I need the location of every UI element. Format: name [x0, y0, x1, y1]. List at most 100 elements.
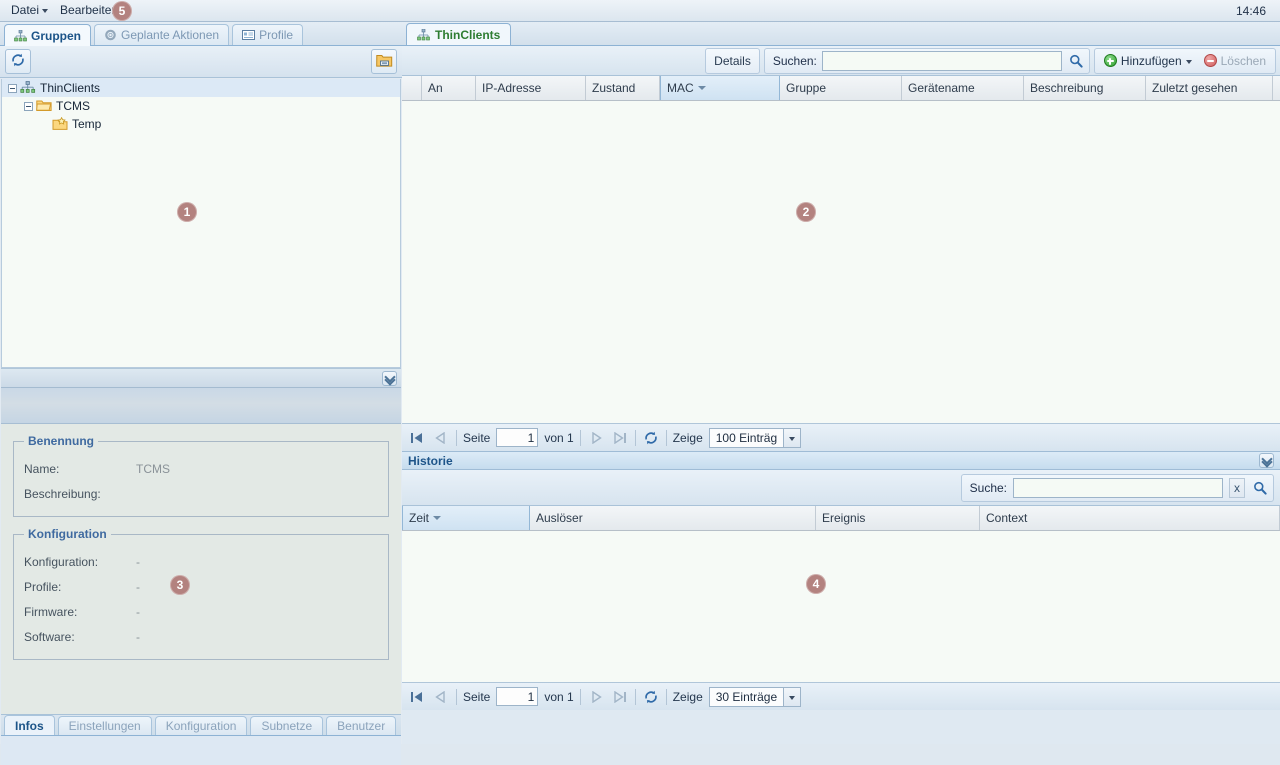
history-refresh-button[interactable]: [642, 688, 660, 706]
history-column-ausloeser[interactable]: Auslöser: [530, 506, 816, 530]
pager-separator: [456, 430, 457, 446]
add-button[interactable]: Hinzufügen: [1098, 50, 1198, 72]
history-next-page-button[interactable]: [587, 688, 605, 706]
history-toolbar: Suche: x: [402, 470, 1280, 506]
chevron-down-icon[interactable]: [783, 688, 800, 706]
history-pager: Seite von 1 Zeige 30 Einträge: [402, 682, 1280, 710]
search-input[interactable]: [822, 51, 1062, 71]
history-column-zeit[interactable]: Zeit: [402, 506, 530, 530]
menu-item-datei-label: Datei: [11, 3, 39, 17]
add-button-label: Hinzufügen: [1121, 54, 1182, 68]
history-search-input[interactable]: [1013, 478, 1223, 498]
menu-bar: Datei Bearbeiten 14:46: [0, 0, 1280, 22]
field-konfiguration-value: -: [136, 555, 140, 569]
collapse-tree-button[interactable]: [382, 371, 397, 386]
refresh-grid-button[interactable]: [642, 429, 660, 447]
field-software: Software: -: [24, 624, 378, 649]
folder-device-button[interactable]: [371, 49, 397, 74]
grid-column-beschreibung[interactable]: Beschreibung: [1024, 76, 1146, 100]
delete-button[interactable]: Löschen: [1198, 50, 1272, 72]
grid-column-zustand[interactable]: Zustand: [586, 76, 660, 100]
grid-column-geraetename[interactable]: Gerätename: [902, 76, 1024, 100]
grid-body[interactable]: [402, 101, 1280, 423]
tab-infos[interactable]: Infos: [4, 715, 55, 735]
annotation-badge-1: 1: [177, 202, 197, 222]
annotation-badge-5: 5: [112, 1, 132, 21]
history-title: Historie: [408, 454, 453, 468]
history-header: Historie: [402, 451, 1280, 470]
grid-column-an[interactable]: An: [422, 76, 476, 100]
detail-header-band: [1, 388, 401, 424]
tab-subnetze[interactable]: Subnetze: [250, 716, 323, 735]
grid-column-mac[interactable]: MAC: [660, 76, 780, 100]
history-search-icon[interactable]: [1251, 478, 1269, 498]
folder-device-icon: [376, 53, 393, 71]
field-firmware-value: -: [136, 605, 140, 619]
collapse-history-button[interactable]: [1259, 453, 1274, 468]
pager-separator: [635, 430, 636, 446]
field-beschreibung: Beschreibung:: [24, 481, 378, 506]
tree-node-thinclients[interactable]: ThinClients: [2, 79, 400, 97]
pager-separator: [580, 689, 581, 705]
history-search-container: Suche: x: [961, 474, 1274, 502]
grid-column-gruppe[interactable]: Gruppe: [780, 76, 902, 100]
grid-column-select[interactable]: [402, 76, 422, 100]
expander-icon[interactable]: [8, 84, 17, 93]
tree-view[interactable]: ThinClients TCMS Temp: [1, 79, 401, 368]
field-konfiguration: Konfiguration: -: [24, 549, 378, 574]
network-icon: [20, 81, 36, 95]
tree-node-temp[interactable]: Temp: [2, 115, 400, 133]
history-page-number-input[interactable]: [496, 687, 538, 706]
tab-geplante-aktionen[interactable]: Geplante Aktionen: [94, 24, 229, 45]
grid-header: An IP-Adresse Zustand MAC Gruppe Geräten…: [402, 76, 1280, 101]
search-icon[interactable]: [1067, 51, 1085, 71]
next-page-button[interactable]: [587, 429, 605, 447]
folder-icon: [36, 99, 52, 113]
fieldset-konfiguration: Konfiguration Konfiguration: - Profile: …: [13, 527, 389, 660]
history-column-zeit-label: Zeit: [409, 511, 429, 525]
grid-column-mac-label: MAC: [667, 81, 694, 95]
page-number-input[interactable]: [496, 428, 538, 447]
tree-toolbar: [0, 46, 402, 78]
history-last-page-button[interactable]: [611, 688, 629, 706]
first-page-button[interactable]: [408, 429, 426, 447]
tab-profile[interactable]: Profile: [232, 24, 303, 45]
grid-column-ip-adresse[interactable]: IP-Adresse: [476, 76, 586, 100]
grid-column-zuletzt-gesehen[interactable]: Zuletzt gesehen: [1146, 76, 1273, 100]
tree-splitter[interactable]: [1, 368, 401, 388]
menu-item-datei[interactable]: Datei: [6, 1, 55, 20]
left-panel-footer: [1, 736, 401, 765]
history-prev-page-button[interactable]: [432, 688, 450, 706]
chevron-down-icon[interactable]: [783, 429, 800, 447]
field-beschreibung-label: Beschreibung:: [24, 487, 136, 501]
tab-geplante-aktionen-label: Geplante Aktionen: [121, 28, 219, 42]
history-grid-body[interactable]: [402, 531, 1280, 682]
tab-thinclients[interactable]: ThinClients: [406, 23, 511, 45]
history-page-size-value: 30 Einträge: [710, 690, 783, 704]
pager-separator: [456, 689, 457, 705]
tab-thinclients-label: ThinClients: [435, 28, 500, 42]
tab-konfiguration[interactable]: Konfiguration: [155, 716, 248, 735]
tab-einstellungen[interactable]: Einstellungen: [58, 716, 152, 735]
history-page-size-select[interactable]: 30 Einträge: [709, 687, 801, 707]
prev-page-button[interactable]: [432, 429, 450, 447]
left-tabstrip: Gruppen Geplante Aktionen Profile: [0, 22, 402, 46]
tab-benutzer[interactable]: Benutzer: [326, 716, 396, 735]
annotation-badge-2: 2: [796, 202, 816, 222]
field-software-label: Software:: [24, 630, 136, 644]
history-column-ereignis[interactable]: Ereignis: [816, 506, 980, 530]
last-page-button[interactable]: [611, 429, 629, 447]
network-icon: [417, 29, 430, 41]
refresh-button[interactable]: [5, 49, 31, 74]
plus-circle-icon: [1104, 54, 1117, 67]
pager-separator: [635, 689, 636, 705]
details-button[interactable]: Details: [705, 48, 760, 74]
tab-gruppen[interactable]: Gruppen: [4, 24, 91, 46]
sort-descending-icon: [698, 86, 706, 90]
clear-search-button[interactable]: x: [1229, 478, 1245, 498]
tree-node-tcms[interactable]: TCMS: [2, 97, 400, 115]
page-size-select[interactable]: 100 Einträg: [709, 428, 801, 448]
history-first-page-button[interactable]: [408, 688, 426, 706]
expander-icon[interactable]: [24, 102, 33, 111]
history-column-context[interactable]: Context: [980, 506, 1280, 530]
